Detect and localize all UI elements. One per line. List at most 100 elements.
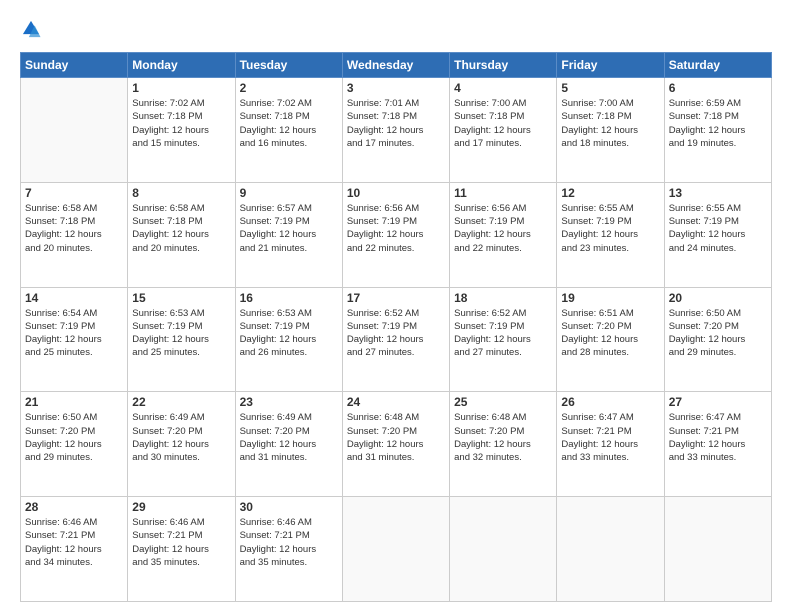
weekday-header-row: SundayMondayTuesdayWednesdayThursdayFrid…: [21, 53, 772, 78]
day-info: Sunrise: 6:46 AMSunset: 7:21 PMDaylight:…: [240, 516, 338, 569]
day-number: 2: [240, 81, 338, 95]
calendar-cell: 2 Sunrise: 7:02 AMSunset: 7:18 PMDaylight…: [235, 78, 342, 183]
day-info: Sunrise: 7:00 AMSunset: 7:18 PMDaylight:…: [454, 97, 552, 150]
day-info: Sunrise: 6:53 AMSunset: 7:19 PMDaylight:…: [132, 307, 230, 360]
day-info: Sunrise: 6:58 AMSunset: 7:18 PMDaylight:…: [25, 202, 123, 255]
day-number: 16: [240, 291, 338, 305]
calendar-cell: 17 Sunrise: 6:52 AMSunset: 7:19 PMDayligh…: [342, 287, 449, 392]
day-info: Sunrise: 6:57 AMSunset: 7:19 PMDaylight:…: [240, 202, 338, 255]
calendar-week-row: 7 Sunrise: 6:58 AMSunset: 7:18 PMDaylight…: [21, 182, 772, 287]
calendar-cell: 4 Sunrise: 7:00 AMSunset: 7:18 PMDaylight…: [450, 78, 557, 183]
calendar-cell: 30 Sunrise: 6:46 AMSunset: 7:21 PMDayligh…: [235, 497, 342, 602]
day-number: 8: [132, 186, 230, 200]
calendar-cell: 9Sunrise: 6:57 AMSunset: 7:19 PMDaylight…: [235, 182, 342, 287]
calendar-cell: 1 Sunrise: 7:02 AMSunset: 7:18 PMDaylight…: [128, 78, 235, 183]
day-number: 23: [240, 395, 338, 409]
calendar-cell: [557, 497, 664, 602]
day-number: 15: [132, 291, 230, 305]
day-info: Sunrise: 6:52 AMSunset: 7:19 PMDaylight:…: [454, 307, 552, 360]
day-info: Sunrise: 6:49 AMSunset: 7:20 PMDaylight:…: [132, 411, 230, 464]
day-info: Sunrise: 6:50 AMSunset: 7:20 PMDaylight:…: [669, 307, 767, 360]
day-info: Sunrise: 6:56 AMSunset: 7:19 PMDaylight:…: [454, 202, 552, 255]
day-number: 4: [454, 81, 552, 95]
day-number: 7: [25, 186, 123, 200]
calendar-cell: 15 Sunrise: 6:53 AMSunset: 7:19 PMDayligh…: [128, 287, 235, 392]
calendar-cell: 16 Sunrise: 6:53 AMSunset: 7:19 PMDayligh…: [235, 287, 342, 392]
calendar-cell: 20 Sunrise: 6:50 AMSunset: 7:20 PMDayligh…: [664, 287, 771, 392]
calendar-cell: [342, 497, 449, 602]
day-number: 29: [132, 500, 230, 514]
day-number: 14: [25, 291, 123, 305]
weekday-header-thursday: Thursday: [450, 53, 557, 78]
logo-icon: [20, 18, 42, 40]
calendar-table: SundayMondayTuesdayWednesdayThursdayFrid…: [20, 52, 772, 602]
calendar-cell: 8 Sunrise: 6:58 AMSunset: 7:18 PMDaylight…: [128, 182, 235, 287]
day-number: 17: [347, 291, 445, 305]
calendar-cell: 11 Sunrise: 6:56 AMSunset: 7:19 PMDayligh…: [450, 182, 557, 287]
calendar-cell: 24Sunrise: 6:48 AMSunset: 7:20 PMDayligh…: [342, 392, 449, 497]
day-info: Sunrise: 6:58 AMSunset: 7:18 PMDaylight:…: [132, 202, 230, 255]
calendar-cell: 7 Sunrise: 6:58 AMSunset: 7:18 PMDaylight…: [21, 182, 128, 287]
weekday-header-wednesday: Wednesday: [342, 53, 449, 78]
page: SundayMondayTuesdayWednesdayThursdayFrid…: [0, 0, 792, 612]
header: [20, 18, 772, 40]
day-number: 30: [240, 500, 338, 514]
day-number: 22: [132, 395, 230, 409]
weekday-header-tuesday: Tuesday: [235, 53, 342, 78]
day-info: Sunrise: 7:00 AMSunset: 7:18 PMDaylight:…: [561, 97, 659, 150]
calendar-cell: 19Sunrise: 6:51 AMSunset: 7:20 PMDayligh…: [557, 287, 664, 392]
day-number: 18: [454, 291, 552, 305]
day-number: 26: [561, 395, 659, 409]
calendar-cell: 22 Sunrise: 6:49 AMSunset: 7:20 PMDayligh…: [128, 392, 235, 497]
calendar-cell: 6Sunrise: 6:59 AMSunset: 7:18 PMDaylight…: [664, 78, 771, 183]
day-info: Sunrise: 7:02 AMSunset: 7:18 PMDaylight:…: [132, 97, 230, 150]
day-number: 3: [347, 81, 445, 95]
day-number: 20: [669, 291, 767, 305]
day-info: Sunrise: 6:46 AMSunset: 7:21 PMDaylight:…: [25, 516, 123, 569]
day-info: Sunrise: 6:56 AMSunset: 7:19 PMDaylight:…: [347, 202, 445, 255]
day-number: 6: [669, 81, 767, 95]
calendar-cell: 23Sunrise: 6:49 AMSunset: 7:20 PMDayligh…: [235, 392, 342, 497]
day-number: 28: [25, 500, 123, 514]
calendar-cell: [21, 78, 128, 183]
day-info: Sunrise: 7:01 AMSunset: 7:18 PMDaylight:…: [347, 97, 445, 150]
calendar-cell: 28 Sunrise: 6:46 AMSunset: 7:21 PMDayligh…: [21, 497, 128, 602]
weekday-header-friday: Friday: [557, 53, 664, 78]
calendar-cell: 29Sunrise: 6:46 AMSunset: 7:21 PMDayligh…: [128, 497, 235, 602]
day-info: Sunrise: 6:55 AMSunset: 7:19 PMDaylight:…: [561, 202, 659, 255]
calendar-cell: 3 Sunrise: 7:01 AMSunset: 7:18 PMDaylight…: [342, 78, 449, 183]
day-number: 5: [561, 81, 659, 95]
day-info: Sunrise: 6:47 AMSunset: 7:21 PMDaylight:…: [669, 411, 767, 464]
day-info: Sunrise: 6:52 AMSunset: 7:19 PMDaylight:…: [347, 307, 445, 360]
day-info: Sunrise: 7:02 AMSunset: 7:18 PMDaylight:…: [240, 97, 338, 150]
calendar-cell: 25Sunrise: 6:48 AMSunset: 7:20 PMDayligh…: [450, 392, 557, 497]
day-number: 13: [669, 186, 767, 200]
calendar-cell: 12 Sunrise: 6:55 AMSunset: 7:19 PMDayligh…: [557, 182, 664, 287]
day-info: Sunrise: 6:50 AMSunset: 7:20 PMDaylight:…: [25, 411, 123, 464]
day-info: Sunrise: 6:53 AMSunset: 7:19 PMDaylight:…: [240, 307, 338, 360]
day-number: 27: [669, 395, 767, 409]
day-number: 12: [561, 186, 659, 200]
day-info: Sunrise: 6:55 AMSunset: 7:19 PMDaylight:…: [669, 202, 767, 255]
day-info: Sunrise: 6:54 AMSunset: 7:19 PMDaylight:…: [25, 307, 123, 360]
calendar-week-row: 28 Sunrise: 6:46 AMSunset: 7:21 PMDayligh…: [21, 497, 772, 602]
calendar-cell: [450, 497, 557, 602]
calendar-cell: 13 Sunrise: 6:55 AMSunset: 7:19 PMDayligh…: [664, 182, 771, 287]
day-info: Sunrise: 6:51 AMSunset: 7:20 PMDaylight:…: [561, 307, 659, 360]
calendar-cell: [664, 497, 771, 602]
day-number: 11: [454, 186, 552, 200]
weekday-header-monday: Monday: [128, 53, 235, 78]
calendar-cell: 10 Sunrise: 6:56 AMSunset: 7:19 PMDayligh…: [342, 182, 449, 287]
calendar-cell: 18 Sunrise: 6:52 AMSunset: 7:19 PMDayligh…: [450, 287, 557, 392]
day-number: 21: [25, 395, 123, 409]
day-number: 1: [132, 81, 230, 95]
calendar-cell: 21 Sunrise: 6:50 AMSunset: 7:20 PMDayligh…: [21, 392, 128, 497]
day-info: Sunrise: 6:48 AMSunset: 7:20 PMDaylight:…: [454, 411, 552, 464]
day-number: 10: [347, 186, 445, 200]
calendar-cell: 5 Sunrise: 7:00 AMSunset: 7:18 PMDaylight…: [557, 78, 664, 183]
calendar-week-row: 14 Sunrise: 6:54 AMSunset: 7:19 PMDayligh…: [21, 287, 772, 392]
logo: [20, 18, 46, 40]
day-info: Sunrise: 6:48 AMSunset: 7:20 PMDaylight:…: [347, 411, 445, 464]
day-info: Sunrise: 6:47 AMSunset: 7:21 PMDaylight:…: [561, 411, 659, 464]
calendar-cell: 27 Sunrise: 6:47 AMSunset: 7:21 PMDayligh…: [664, 392, 771, 497]
